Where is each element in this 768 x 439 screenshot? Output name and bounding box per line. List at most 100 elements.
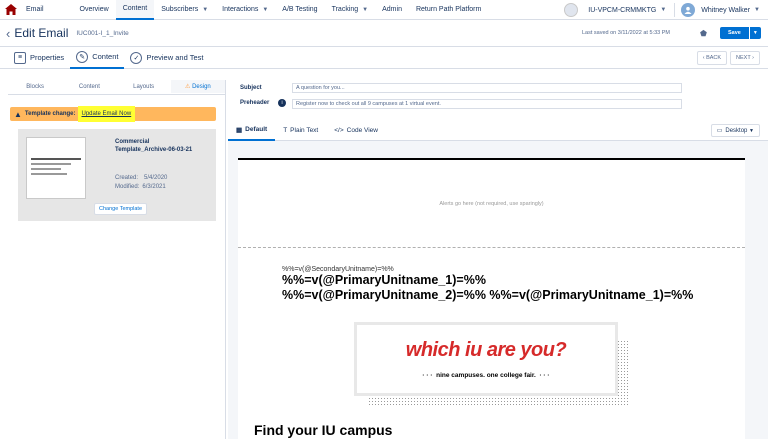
- nav-item-content[interactable]: Content: [115, 0, 155, 20]
- properties-icon: ≡: [14, 51, 26, 64]
- nav-item-interactions[interactable]: Interactions ▼: [215, 0, 275, 20]
- nav-item-overview[interactable]: Overview: [73, 0, 116, 20]
- main-menu: Overview Content Subscribers ▼ Interactions ▼…: [73, 0, 489, 20]
- tab-default[interactable]: ▦ Default: [228, 121, 276, 141]
- user-name: Whitney Walker: [701, 6, 751, 14]
- nav-item-tracking[interactable]: Tracking ▼: [325, 0, 376, 20]
- device-label: Desktop: [725, 128, 748, 134]
- change-template-button[interactable]: Change Template: [94, 203, 148, 215]
- device-select[interactable]: ▭ Desktop ▼: [710, 124, 760, 137]
- tab-blocks[interactable]: Blocks: [8, 80, 62, 94]
- tag-icon[interactable]: ⬟: [700, 29, 707, 38]
- campus-heading: Find your IU campus: [254, 422, 393, 438]
- subject-label: Subject: [240, 85, 262, 91]
- nav-item-subscribers[interactable]: Subscribers ▼: [154, 0, 215, 20]
- primary-unit-1: %%=v(@PrimaryUnitname_1)=%%: [282, 273, 486, 287]
- app-name: Email: [26, 6, 44, 13]
- created-date: 5/4/2020: [144, 175, 168, 181]
- nav-item-label: Overview: [79, 6, 109, 13]
- template-change-banner: ▲ Template change: Update Email Now: [10, 106, 216, 122]
- preheader-input[interactable]: Register now to check out all 9 campuses…: [292, 99, 682, 109]
- editor-tabs: ≡ Properties ✎ Content ✓ Preview and Tes…: [0, 47, 768, 69]
- grid-icon: ▦: [236, 126, 243, 134]
- chevron-down-icon: ▼: [202, 6, 209, 13]
- modified-label: Modified:: [115, 184, 140, 190]
- nav-item-label: Return Path Platform: [415, 6, 482, 13]
- tab-content[interactable]: ✎ Content: [70, 47, 125, 69]
- template-name: Commercial Template_Archive-06-03-21: [115, 139, 193, 153]
- alert-text: Alerts go here (not required, use sparin…: [439, 201, 544, 207]
- banner-image[interactable]: which iu are you? · · · nine campuses. o…: [354, 322, 630, 406]
- tab-layouts[interactable]: Layouts: [117, 80, 171, 94]
- tab-design[interactable]: ⚠ Design: [170, 80, 225, 94]
- nav-item-label: A/B Testing: [282, 6, 318, 13]
- subject-input[interactable]: A question for you...: [292, 83, 682, 93]
- nav-item-label: Interactions: [222, 6, 259, 13]
- tab-content-library[interactable]: Content: [62, 80, 116, 94]
- warning-icon: ▲: [14, 109, 22, 119]
- save-options-button[interactable]: ▼: [748, 27, 761, 39]
- user-menu[interactable]: Whitney Walker ▼: [699, 0, 768, 20]
- account-name: IU-VPCM-CRMMKTG: [588, 6, 657, 14]
- back-label: BACK: [706, 54, 722, 61]
- nav-item-label: Subscribers: [161, 6, 199, 13]
- email-body: Alerts go here (not required, use sparin…: [238, 158, 745, 439]
- banner-subtitle: · · · nine campuses. one college fair. ·…: [422, 372, 550, 379]
- business-unit-logo[interactable]: [564, 3, 579, 17]
- desktop-icon: ▭: [716, 128, 723, 134]
- pencil-icon: ✎: [76, 50, 89, 63]
- account-area: IU-VPCM-CRMMKTG ▼ Whitney Walker ▼: [564, 0, 768, 20]
- banner-frame: which iu are you? · · · nine campuses. o…: [354, 322, 618, 396]
- chevron-down-icon: ▼: [754, 7, 760, 13]
- nav-item-label: Content: [122, 5, 148, 12]
- nav-item-return-path-platform[interactable]: Return Path Platform: [409, 0, 488, 20]
- email-name: IUC001-I_1_Invite: [76, 29, 129, 37]
- next-button[interactable]: NEXT ›: [730, 50, 760, 65]
- nav-item-label: Tracking: [331, 6, 359, 13]
- nav-item-a-b-testing[interactable]: A/B Testing: [275, 0, 324, 20]
- page-title: Edit Email: [14, 26, 69, 40]
- tab-preview[interactable]: ✓ Preview and Test: [124, 47, 209, 69]
- nav-item-admin[interactable]: Admin: [375, 0, 409, 20]
- page-header: ‹ Edit Email IUC001-I_1_Invite Last save…: [0, 20, 768, 47]
- back-arrow-icon[interactable]: ‹: [6, 26, 10, 41]
- tab-content-label: Content: [92, 52, 119, 61]
- content-view-tabs: ▦ Default T Plain Text </> Code View ▭ Deskt…: [228, 121, 768, 141]
- tab-plain-text[interactable]: T Plain Text: [275, 121, 326, 141]
- tab-plain-label: Plain Text: [290, 127, 319, 134]
- warning-label: Template change:: [24, 111, 76, 117]
- info-icon[interactable]: i: [278, 99, 286, 107]
- template-thumbnail: [26, 137, 86, 199]
- alert-block[interactable]: Alerts go here (not required, use sparin…: [238, 160, 745, 248]
- warning-icon: ⚠: [185, 84, 191, 90]
- save-button[interactable]: Save: [720, 27, 749, 39]
- created-label: Created:: [115, 175, 139, 181]
- tab-preview-label: Preview and Test: [146, 53, 204, 62]
- tab-design-label: Design: [192, 84, 211, 90]
- chevron-down-icon: ▼: [262, 6, 269, 13]
- tab-code-label: Code View: [346, 127, 378, 134]
- home-icon[interactable]: [0, 0, 22, 20]
- back-button[interactable]: ‹ BACK: [696, 50, 728, 65]
- next-label: NEXT: [736, 54, 751, 61]
- modified-row: Modified: 6/3/2021: [115, 184, 166, 190]
- check-icon: ✓: [130, 51, 143, 64]
- preheader-label: Preheader: [240, 100, 270, 106]
- created-row: Created: 5/4/2020: [115, 175, 167, 181]
- primary-unit-2: %%=v(@PrimaryUnitname_2)=%% %%=v(@Primar…: [282, 288, 694, 302]
- banner-subtitle-text: nine campuses. one college fair.: [436, 372, 536, 379]
- tab-properties[interactable]: ≡ Properties: [8, 47, 70, 69]
- text-icon: T: [283, 127, 288, 134]
- update-email-link[interactable]: Update Email Now: [77, 106, 136, 122]
- tab-default-label: Default: [245, 126, 268, 133]
- save-group: Save ▼: [720, 27, 761, 39]
- banner-title: which iu are you?: [405, 339, 567, 361]
- last-saved: Last saved on 3/11/2022 at 5:33 PM: [582, 30, 670, 36]
- modified-date: 6/3/2021: [142, 184, 166, 190]
- top-navigation: Email Overview Content Subscribers ▼ Interac…: [0, 0, 768, 20]
- avatar[interactable]: [681, 3, 696, 17]
- tab-code-view[interactable]: </> Code View: [326, 121, 386, 141]
- chevron-down-icon: ▼: [362, 6, 369, 13]
- account-switcher[interactable]: IU-VPCM-CRMMKTG ▼: [586, 0, 668, 20]
- chevron-down-icon: ▼: [749, 128, 754, 134]
